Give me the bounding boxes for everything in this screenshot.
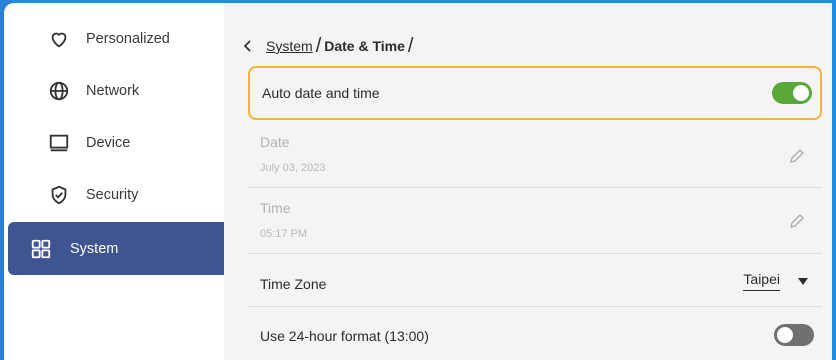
edit-time-pencil-icon[interactable] xyxy=(788,212,806,230)
toggle-knob xyxy=(777,327,793,343)
sidebar-item-label: Network xyxy=(86,83,140,99)
sidebar-item-device[interactable]: Device xyxy=(8,117,224,169)
sidebar-item-personalized[interactable]: Personalized xyxy=(8,13,224,65)
breadcrumb-separator: / xyxy=(315,34,322,57)
edit-date-pencil-icon[interactable] xyxy=(788,147,806,165)
sidebar-item-label: System xyxy=(70,240,119,257)
date-row: Date July 03, 2023 xyxy=(248,122,822,188)
breadcrumb: System / Date & Time / xyxy=(240,35,416,57)
sidebar-item-security[interactable]: Security xyxy=(8,169,224,221)
page-title: Date & Time xyxy=(324,38,405,54)
date-label: Date xyxy=(260,134,290,150)
use-24-hour-label: Use 24-hour format (13:00) xyxy=(260,328,429,344)
monitor-icon xyxy=(49,134,69,152)
window-edge-right xyxy=(832,3,836,360)
breadcrumb-parent-link[interactable]: System xyxy=(266,38,313,54)
time-label: Time xyxy=(260,200,291,216)
time-zone-select[interactable]: Taipei xyxy=(743,271,808,291)
sidebar-item-label: Personalized xyxy=(86,31,170,47)
main-panel: System / Date & Time / Auto date and tim… xyxy=(224,3,836,360)
sidebar: Personalized Network Device Security Sys… xyxy=(8,3,224,360)
use-24-hour-row: Use 24-hour format (13:00) xyxy=(248,307,822,360)
auto-date-time-toggle[interactable] xyxy=(772,82,812,104)
back-chevron-icon[interactable] xyxy=(240,38,256,54)
auto-date-time-label: Auto date and time xyxy=(262,85,380,101)
auto-date-time-row[interactable]: Auto date and time xyxy=(248,66,822,120)
globe-icon xyxy=(49,81,69,101)
time-value: 05:17 PM xyxy=(260,228,308,240)
shield-check-icon xyxy=(51,185,67,205)
sidebar-item-label: Device xyxy=(86,135,131,151)
dropdown-caret-icon xyxy=(798,277,808,285)
breadcrumb-separator: / xyxy=(407,34,414,57)
time-zone-label: Time Zone xyxy=(260,276,327,292)
toggle-knob xyxy=(793,85,809,101)
time-row: Time 05:17 PM xyxy=(248,188,822,254)
heart-icon xyxy=(51,32,67,48)
sidebar-item-network[interactable]: Network xyxy=(8,65,224,117)
sidebar-item-label: Security xyxy=(86,187,139,203)
sidebar-item-system[interactable]: System xyxy=(8,222,224,275)
grid-icon xyxy=(31,239,51,258)
date-value: July 03, 2023 xyxy=(260,162,326,174)
time-zone-row: Time Zone Taipei xyxy=(248,254,822,307)
time-zone-value: Taipei xyxy=(743,271,780,291)
use-24-hour-toggle[interactable] xyxy=(774,324,814,346)
